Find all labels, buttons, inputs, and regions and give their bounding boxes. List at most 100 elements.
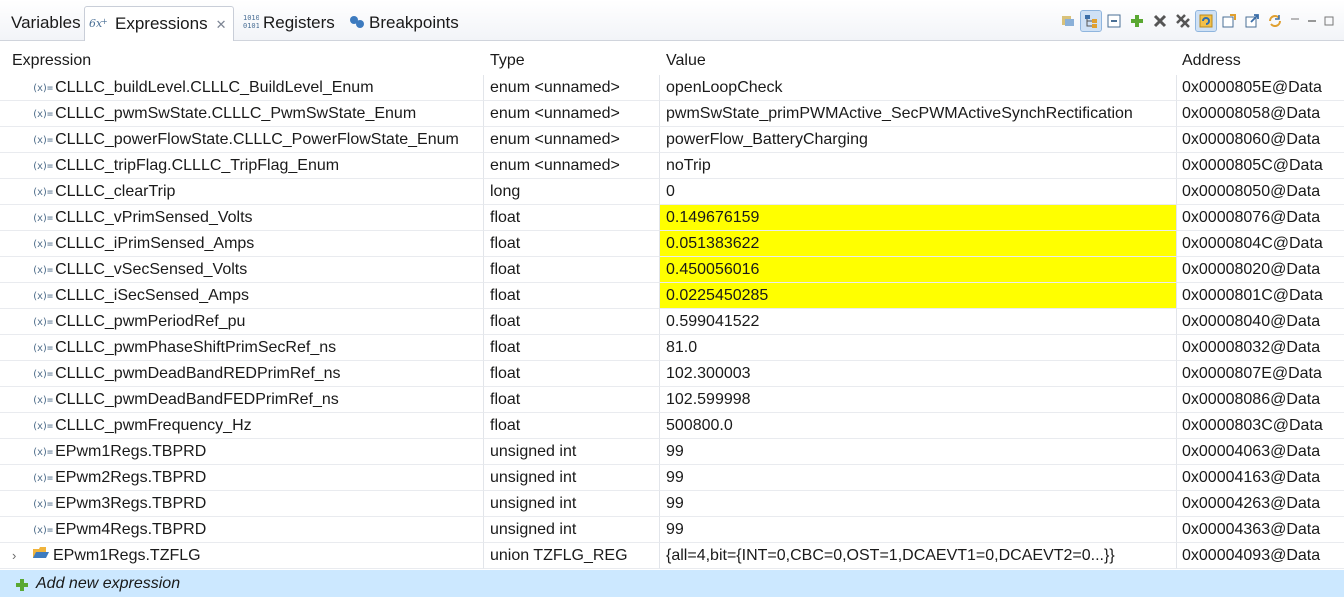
show-type-names-button[interactable] <box>1058 11 1078 31</box>
value-cell[interactable]: 102.300003 <box>660 361 1177 387</box>
tab-variables[interactable]: Variables <box>11 8 81 38</box>
address-cell: 0x00008076@Data <box>1177 205 1344 231</box>
tab-breakpoints-label: Breakpoints <box>369 13 459 32</box>
table-row[interactable]: (x)= CLLLC_iPrimSensed_Amps float 0.0513836… <box>0 231 1344 257</box>
expression-cell[interactable]: (x)= CLLLC_vSecSensed_Volts <box>0 257 484 283</box>
address-cell: 0x0000804C@Data <box>1177 231 1344 257</box>
export-button[interactable] <box>1242 11 1262 31</box>
value-cell[interactable]: openLoopCheck <box>660 75 1177 101</box>
expression-cell[interactable]: (x)= EPwm2Regs.TBPRD <box>0 465 484 491</box>
value-cell[interactable]: 81.0 <box>660 335 1177 361</box>
value-cell[interactable]: 0 <box>660 179 1177 205</box>
tab-breakpoints[interactable]: Breakpoints <box>349 8 459 38</box>
address-cell: 0x0000807E@Data <box>1177 361 1344 387</box>
logical-structure-icon <box>1085 15 1097 28</box>
table-row[interactable]: (x)= EPwm1Regs.TBPRD unsigned int 99 0x00004… <box>0 439 1344 465</box>
value-cell-changed[interactable]: 0.149676159 <box>660 205 1177 231</box>
expression-cell[interactable]: (x)= EPwm4Regs.TBPRD <box>0 517 484 543</box>
expression-cell[interactable]: (x)= CLLLC_pwmSwState.CLLLC_PwmSwState_En… <box>0 101 484 127</box>
table-row[interactable]: (x)= EPwm3Regs.TBPRD unsigned int 99 0x00004… <box>0 491 1344 517</box>
address-cell: 0x00008032@Data <box>1177 335 1344 361</box>
expression-cell[interactable]: (x)= EPwm3Regs.TBPRD <box>0 491 484 517</box>
add-expression-toolbar-button[interactable] <box>1127 11 1147 31</box>
value-cell[interactable]: 102.599998 <box>660 387 1177 413</box>
value-cell-changed[interactable]: 0.051383622 <box>660 231 1177 257</box>
collapse-all-button[interactable] <box>1104 11 1124 31</box>
value-cell[interactable]: 500800.0 <box>660 413 1177 439</box>
expression-text: EPwm1Regs.TZFLG <box>53 547 201 565</box>
close-icon[interactable]: ✕ <box>216 17 227 32</box>
value-cell[interactable]: powerFlow_BatteryCharging <box>660 127 1177 153</box>
value-cell[interactable]: 0.599041522 <box>660 309 1177 335</box>
table-row[interactable]: (x)= CLLLC_pwmDeadBandREDPrimRef_ns float 1… <box>0 361 1344 387</box>
type-cell: float <box>484 309 660 335</box>
table-row[interactable]: (x)= CLLLC_pwmPeriodRef_pu float 0.59904152… <box>0 309 1344 335</box>
table-row[interactable]: (x)= CLLLC_buildLevel.CLLLC_BuildLevel_En… <box>0 75 1344 101</box>
expression-cell[interactable]: (x)= CLLLC_pwmPhaseShiftPrimSecRef_ns <box>0 335 484 361</box>
maximize-button[interactable] <box>1322 11 1336 31</box>
view-menu-button[interactable] <box>1288 11 1302 31</box>
table-row[interactable]: (x)= CLLLC_iSecSensed_Amps float 0.02254502… <box>0 283 1344 309</box>
show-logical-structure-button[interactable] <box>1080 10 1102 32</box>
expression-cell[interactable]: (x)= CLLLC_powerFlowState.CLLLC_PowerFlow… <box>0 127 484 153</box>
continuous-refresh-button[interactable] <box>1195 10 1217 32</box>
type-cell: unsigned int <box>484 491 660 517</box>
expression-cell[interactable]: (x)= CLLLC_pwmFrequency_Hz <box>0 413 484 439</box>
minimize-icon <box>1308 20 1316 22</box>
table-row[interactable]: (x)= CLLLC_clearTrip long 0 0x00008050@Data <box>0 179 1344 205</box>
variable-icon: (x)= <box>32 317 53 328</box>
table-row[interactable]: (x)= CLLLC_pwmDeadBandFEDPrimRef_ns float 1… <box>0 387 1344 413</box>
value-cell-changed[interactable]: 0.450056016 <box>660 257 1177 283</box>
table-row[interactable]: (x)= CLLLC_powerFlowState.CLLLC_PowerFlow… <box>0 127 1344 153</box>
value-cell[interactable]: 99 <box>660 465 1177 491</box>
table-row[interactable]: (x)= CLLLC_pwmPhaseShiftPrimSecRef_ns floa… <box>0 335 1344 361</box>
expression-cell[interactable]: (x)= CLLLC_pwmPeriodRef_pu <box>0 309 484 335</box>
refresh-button[interactable] <box>1265 11 1285 31</box>
expression-cell[interactable]: (x)= CLLLC_tripFlag.CLLLC_TripFlag_Enum <box>0 153 484 179</box>
value-cell[interactable]: 99 <box>660 517 1177 543</box>
expression-cell[interactable]: › EPwm1Regs.TZFLG <box>0 543 484 569</box>
table-row[interactable]: (x)= CLLLC_pwmFrequency_Hz float 500800.0 0x… <box>0 413 1344 439</box>
value-cell-changed[interactable]: 0.0225450285 <box>660 283 1177 309</box>
export-icon <box>1245 14 1259 28</box>
table-row[interactable]: (x)= CLLLC_tripFlag.CLLLC_TripFlag_Enum en… <box>0 153 1344 179</box>
table-row[interactable]: (x)= CLLLC_vPrimSensed_Volts float 0.149676… <box>0 205 1344 231</box>
expression-text: CLLLC_vPrimSensed_Volts <box>55 209 253 226</box>
variable-icon: (x)= <box>32 265 53 276</box>
column-header-value[interactable]: Value <box>654 49 1171 73</box>
import-button[interactable] <box>1219 11 1239 31</box>
chevron-right-icon[interactable]: › <box>12 543 16 568</box>
expression-cell[interactable]: (x)= CLLLC_clearTrip <box>0 179 484 205</box>
remove-all-expressions-button[interactable] <box>1173 11 1193 31</box>
value-cell[interactable]: 99 <box>660 491 1177 517</box>
value-cell[interactable]: noTrip <box>660 153 1177 179</box>
remove-expression-button[interactable] <box>1150 11 1170 31</box>
add-new-expression-row[interactable]: Add new expression <box>0 570 1344 597</box>
view-tab-bar: Variables 6x + Expressions ✕ 1010 0101 Regi… <box>0 0 1344 41</box>
expression-text: CLLLC_tripFlag.CLLLC_TripFlag_Enum <box>55 157 340 174</box>
tab-registers[interactable]: 1010 0101 Registers <box>243 8 335 38</box>
expression-cell[interactable]: (x)= CLLLC_vPrimSensed_Volts <box>0 205 484 231</box>
column-header-type[interactable]: Type <box>478 49 654 73</box>
expression-cell[interactable]: (x)= CLLLC_pwmDeadBandFEDPrimRef_ns <box>0 387 484 413</box>
expression-cell[interactable]: (x)= CLLLC_iSecSensed_Amps <box>0 283 484 309</box>
table-row[interactable]: (x)= EPwm2Regs.TBPRD unsigned int 99 0x00004… <box>0 465 1344 491</box>
expression-cell[interactable]: (x)= CLLLC_pwmDeadBandREDPrimRef_ns <box>0 361 484 387</box>
value-cell[interactable]: pwmSwState_primPWMActive_SecPWMActiveSyn… <box>660 101 1177 127</box>
value-cell[interactable]: 99 <box>660 439 1177 465</box>
value-cell[interactable]: {all=4,bit={INT=0,CBC=0,OST=1,DCAEVT1=0,… <box>660 543 1177 569</box>
type-cell: enum <unnamed> <box>484 153 660 179</box>
table-row[interactable]: (x)= EPwm4Regs.TBPRD unsigned int 99 0x00004… <box>0 517 1344 543</box>
expression-cell[interactable]: (x)= EPwm1Regs.TBPRD <box>0 439 484 465</box>
minimize-button[interactable] <box>1305 11 1319 31</box>
view-menu-icon <box>1291 18 1299 20</box>
expression-cell[interactable]: (x)= CLLLC_buildLevel.CLLLC_BuildLevel_En… <box>0 75 484 101</box>
expression-text: EPwm3Regs.TBPRD <box>55 495 207 512</box>
expression-cell[interactable]: (x)= CLLLC_iPrimSensed_Amps <box>0 231 484 257</box>
tab-expressions[interactable]: 6x + Expressions ✕ <box>84 6 234 41</box>
column-header-expression[interactable]: Expression <box>0 49 484 73</box>
column-header-address[interactable]: Address <box>1170 49 1344 73</box>
table-row[interactable]: (x)= CLLLC_vSecSensed_Volts float 0.4500560… <box>0 257 1344 283</box>
table-row[interactable]: › EPwm1Regs.TZFLG union TZFLG_REG {all=4,bi… <box>0 543 1344 569</box>
table-row[interactable]: (x)= CLLLC_pwmSwState.CLLLC_PwmSwState_En… <box>0 101 1344 127</box>
